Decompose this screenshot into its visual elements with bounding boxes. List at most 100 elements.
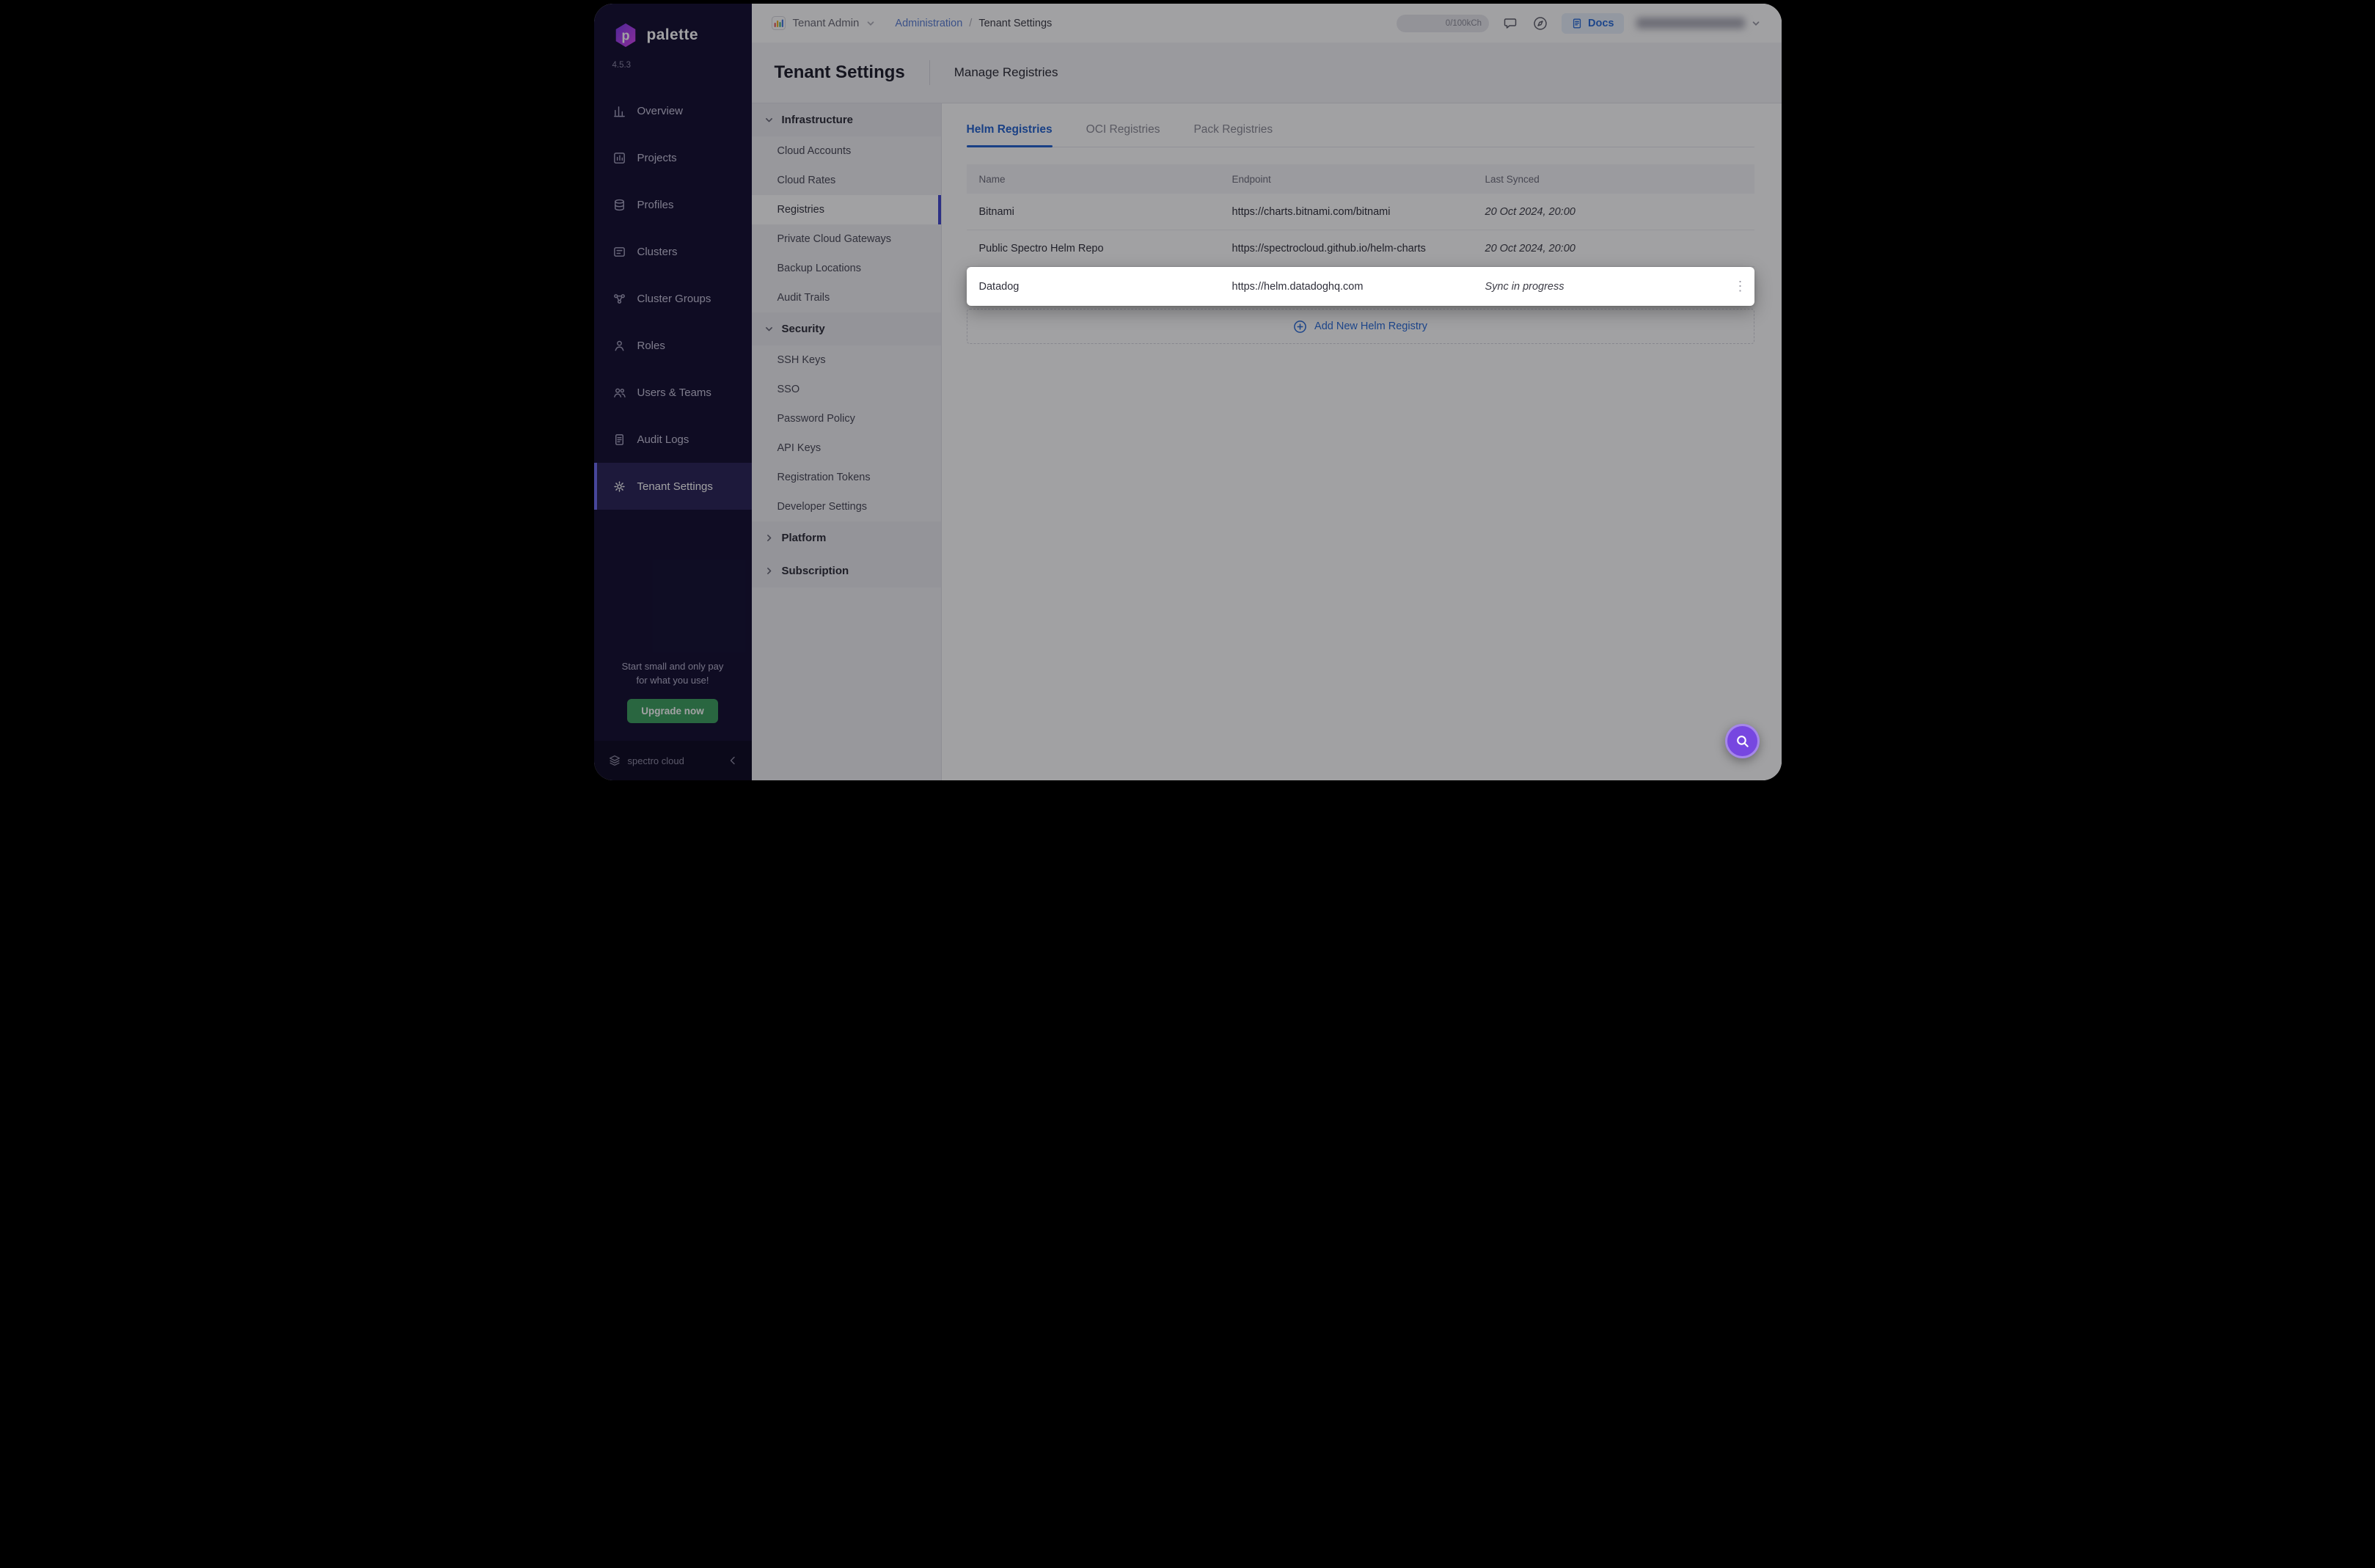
section-label: Security [782,323,825,335]
section-infrastructure[interactable]: Infrastructure [752,103,941,136]
sidebar-item-label: Users & Teams [637,386,711,399]
sidebar-collapse-button[interactable] [727,755,739,766]
subnav-item-ssh-keys[interactable]: SSH Keys [752,345,941,375]
tenant-icon [771,15,786,31]
table-header-row: Name Endpoint Last Synced [967,164,1754,194]
chevron-down-icon [866,18,876,29]
tab-pack-registries[interactable]: Pack Registries [1193,123,1273,147]
section-label: Subscription [782,565,849,577]
subnav-item-registration-tokens[interactable]: Registration Tokens [752,463,941,492]
sidebar-item-projects[interactable]: Projects [594,134,752,181]
sidebar-item-tenant-settings[interactable]: Tenant Settings [594,463,752,510]
chevron-right-icon [764,533,774,543]
sidebar-nav: Overview Projects Profiles Clusters Clus… [594,87,752,510]
section-label: Infrastructure [782,114,854,126]
promo-line-2: for what you use! [607,674,739,688]
chevron-right-icon [764,566,774,576]
sidebar-item-cluster-groups[interactable]: Cluster Groups [594,275,752,322]
sidebar-item-label: Audit Logs [637,433,689,446]
top-bar-actions: 0/100kCh Docs [1397,13,1760,34]
usage-meter-value: 0/100kCh [1446,19,1482,28]
sidebar-item-clusters[interactable]: Clusters [594,228,752,275]
breadcrumb: Administration / Tenant Settings [895,18,1052,29]
sidebar-item-overview[interactable]: Overview [594,87,752,134]
breadcrumb-administration[interactable]: Administration [895,18,962,29]
registry-tabs: Helm Registries OCI Registries Pack Regi… [967,123,1754,147]
table-row-datadog[interactable]: Datadog https://helm.datadoghq.com Sync … [967,267,1754,306]
app-version: 4.5.3 [594,61,752,70]
subnav-item-label: API Keys [777,442,821,454]
subnav-item-api-keys[interactable]: API Keys [752,433,941,463]
chevron-down-icon [764,115,774,125]
section-subscription[interactable]: Subscription [752,554,941,587]
page-title: Tenant Settings [775,62,905,83]
table-row-public-spectro-helm-repo[interactable]: Public Spectro Helm Repo https://spectro… [967,230,1754,267]
clusters-icon [612,245,626,259]
subnav-item-label: Backup Locations [777,263,861,274]
column-header-last-synced: Last Synced [1473,174,1727,185]
chevron-down-icon [764,324,774,334]
layers-icon [612,198,626,212]
docs-button[interactable]: Docs [1562,13,1623,34]
subnav-item-backup-locations[interactable]: Backup Locations [752,254,941,283]
row-actions-kebab-icon[interactable]: ⋮ [1727,279,1754,294]
upgrade-promo: Start small and only pay for what you us… [594,660,752,723]
tenant-selector-label: Tenant Admin [793,17,860,29]
cell-last-synced: Sync in progress [1473,281,1727,293]
table-row-bitnami[interactable]: Bitnami https://charts.bitnami.com/bitna… [967,194,1754,230]
gear-icon [612,480,626,494]
cell-last-synced: 20 Oct 2024, 20:00 [1473,243,1727,254]
panels: Infrastructure Cloud Accounts Cloud Rate… [752,103,1782,780]
sidebar-item-label: Cluster Groups [637,293,711,305]
palette-logo-icon: p [612,21,640,49]
helm-registries-table: Name Endpoint Last Synced Bitnami https:… [967,164,1754,344]
page-header: Tenant Settings Manage Registries [752,43,1782,103]
sidebar-item-users-teams[interactable]: Users & Teams [594,369,752,416]
subnav-item-label: Audit Trails [777,292,830,304]
add-helm-registry-label: Add New Helm Registry [1314,320,1427,332]
subnav-item-label: Private Cloud Gateways [777,233,892,245]
projects-icon [612,151,626,165]
sidebar-item-roles[interactable]: Roles [594,322,752,369]
sidebar-item-label: Tenant Settings [637,480,713,493]
add-helm-registry-button[interactable]: Add New Helm Registry [967,309,1754,344]
circled-plus-icon [1293,320,1307,334]
docs-button-label: Docs [1588,18,1614,29]
floating-search-button[interactable] [1725,724,1760,758]
subnav-item-sso[interactable]: SSO [752,375,941,404]
user-menu[interactable] [1636,18,1761,29]
people-icon [612,386,626,400]
compass-icon [1532,15,1548,32]
upgrade-button[interactable]: Upgrade now [627,699,718,723]
network-icon [612,292,626,306]
section-platform[interactable]: Platform [752,521,941,554]
subnav-item-registries[interactable]: Registries [752,195,941,224]
cell-name: Datadog [967,281,1220,293]
svg-text:p: p [621,29,629,43]
docs-icon [1571,18,1583,29]
section-label: Platform [782,532,827,544]
subnav-item-audit-trails[interactable]: Audit Trails [752,283,941,312]
sidebar-item-audit-logs[interactable]: Audit Logs [594,416,752,463]
help-button[interactable] [1532,15,1549,32]
subnav-item-cloud-accounts[interactable]: Cloud Accounts [752,136,941,166]
subnav-item-private-cloud-gateways[interactable]: Private Cloud Gateways [752,224,941,254]
chat-button[interactable] [1501,15,1519,32]
tenant-scope-selector[interactable]: Tenant Admin [771,15,877,31]
section-security[interactable]: Security [752,312,941,345]
chart-icon [612,104,626,118]
tab-oci-registries[interactable]: OCI Registries [1086,123,1160,147]
subnav-item-password-policy[interactable]: Password Policy [752,404,941,433]
breadcrumb-separator: / [969,18,972,29]
sidebar-item-label: Clusters [637,246,678,258]
subnav-item-label: Password Policy [777,413,855,425]
chevron-down-icon [1751,18,1761,29]
chevron-left-icon [727,755,739,766]
sidebar-item-profiles[interactable]: Profiles [594,181,752,228]
page-subtitle: Manage Registries [954,65,1058,80]
tab-helm-registries[interactable]: Helm Registries [967,123,1053,147]
breadcrumb-current: Tenant Settings [978,18,1052,29]
subnav-item-developer-settings[interactable]: Developer Settings [752,492,941,521]
title-divider [929,60,930,85]
subnav-item-cloud-rates[interactable]: Cloud Rates [752,166,941,195]
